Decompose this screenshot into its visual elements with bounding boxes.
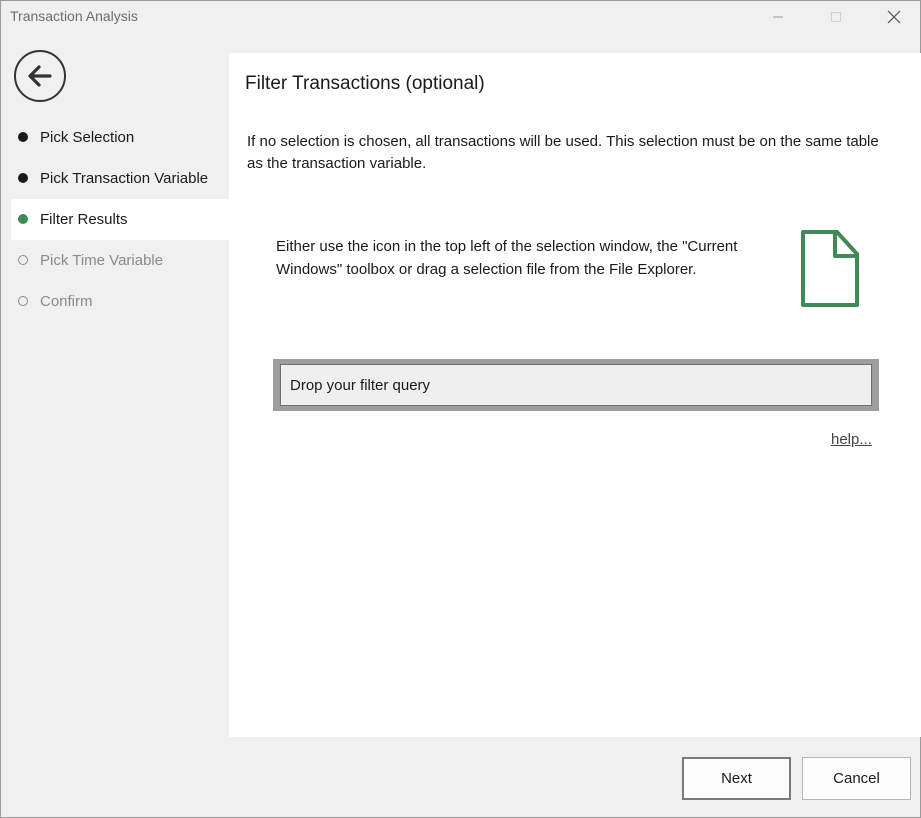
step-label: Filter Results [40,211,128,228]
step-content-panel: Filter Transactions (optional) If no sel… [229,53,921,737]
help-link[interactable]: help... [831,431,872,448]
step-label: Pick Time Variable [40,252,164,269]
step-pending-dot [18,296,28,306]
maximize-icon [831,12,841,22]
file-icon [799,229,861,314]
step-confirm: Confirm [11,281,229,322]
minimize-button[interactable] [755,1,801,33]
step-label: Pick Transaction Variable [40,170,209,187]
step-pick-time-variable: Pick Time Variable [11,240,229,281]
step-done-dot [18,132,28,142]
step-pick-selection[interactable]: Pick Selection [11,117,229,158]
page-title: Filter Transactions (optional) [245,73,485,94]
arrow-left-icon [28,65,52,87]
maximize-button[interactable] [813,1,859,33]
step-label: Pick Selection [40,129,135,146]
step-active-dot [18,214,28,224]
wizard-footer: Next Cancel [1,737,920,817]
wizard-window: Transaction Analysis Pick Selection Pick… [0,0,921,818]
step-filter-results[interactable]: Filter Results [11,199,229,240]
close-icon [887,10,901,24]
step-pending-dot [18,255,28,265]
title-bar: Transaction Analysis [1,1,920,33]
dropzone-text: Drop your filter query [290,376,431,394]
close-button[interactable] [871,1,917,33]
wizard-sidebar: Pick Selection Pick Transaction Variable… [1,33,229,737]
window-title: Transaction Analysis [10,8,138,24]
back-button[interactable] [14,50,66,102]
step-description: If no selection is chosen, all transacti… [247,133,879,172]
dropzone-field[interactable]: Drop your filter query [280,364,872,406]
minimize-icon [773,16,783,18]
filter-query-dropzone[interactable]: Drop your filter query [273,359,879,411]
wizard-steps: Pick Selection Pick Transaction Variable… [11,117,229,322]
step-label: Confirm [40,293,93,310]
drop-instructions: Either use the icon in the top left of t… [276,238,738,278]
step-done-dot [18,173,28,183]
step-pick-transaction-variable[interactable]: Pick Transaction Variable [11,158,229,199]
cancel-button[interactable]: Cancel [802,757,911,800]
next-button[interactable]: Next [682,757,791,800]
